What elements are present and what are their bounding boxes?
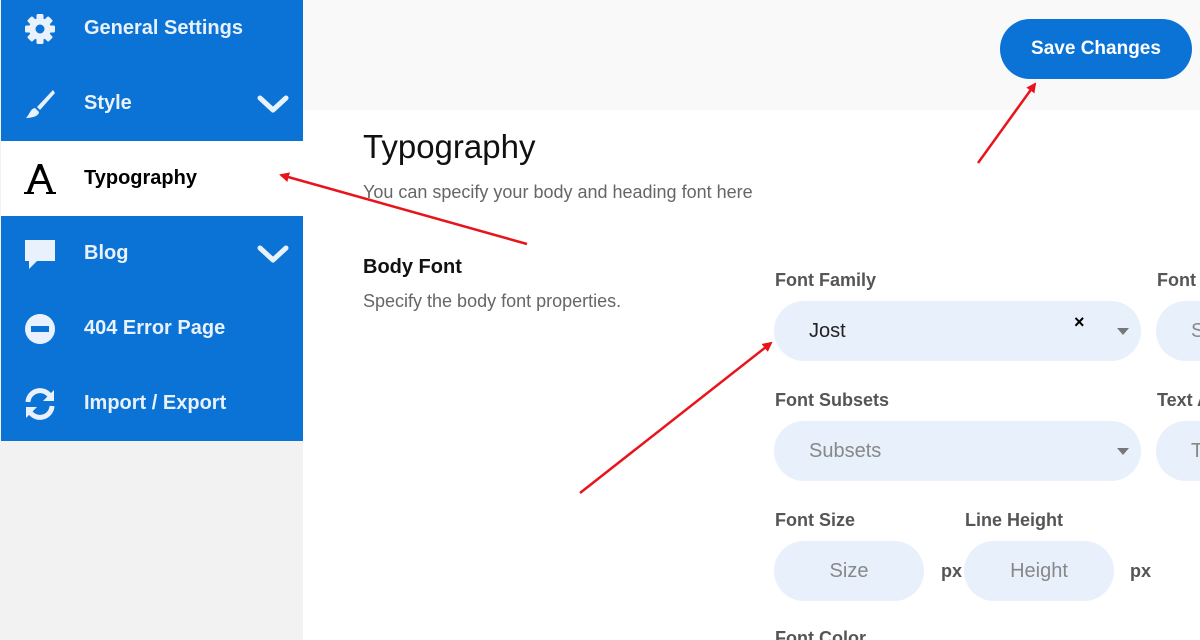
page-title: Typography — [363, 128, 536, 165]
annotation-arrow-font-family — [579, 341, 773, 494]
typography-icon — [23, 162, 57, 196]
sidebar-item-general-settings[interactable]: General Settings — [1, 0, 303, 66]
section-title: Body Font — [363, 256, 462, 278]
sidebar-item-typography[interactable]: Typography — [1, 141, 303, 216]
font-color-label: Font Color — [775, 628, 866, 640]
sidebar-item-import-export[interactable]: Import / Export — [1, 366, 303, 441]
caret-down-icon — [1117, 328, 1129, 335]
gear-icon — [23, 12, 57, 46]
line-height-label: Line Height — [965, 510, 1063, 530]
font-size-label: Font Size — [775, 510, 855, 530]
comment-icon — [23, 237, 57, 271]
font-size-unit: px — [941, 561, 963, 581]
text-align-label: Text A — [1157, 390, 1200, 410]
section-description: Specify the body font properties. — [363, 291, 622, 311]
sidebar: General Settings Style Typography Blog 4… — [0, 0, 303, 640]
font-family-select[interactable]: Jost × — [774, 301, 1141, 361]
font-family-label: Font Family — [775, 270, 877, 290]
font-size-placeholder: Size — [829, 559, 869, 582]
font-weight-placeholder: S — [1191, 319, 1200, 342]
sidebar-item-label: Typography — [84, 167, 197, 189]
font-family-value: Jost — [809, 319, 846, 342]
font-weight-select[interactable]: S — [1156, 301, 1200, 361]
font-weight-label: Font — [1157, 270, 1196, 290]
font-size-input[interactable]: Size — [774, 541, 924, 601]
sidebar-item-404-error-page[interactable]: 404 Error Page — [1, 291, 303, 366]
clear-icon[interactable]: × — [1074, 312, 1085, 333]
sidebar-item-label: Style — [84, 92, 132, 114]
sidebar-item-label: 404 Error Page — [84, 317, 226, 339]
line-height-unit: px — [1130, 561, 1152, 581]
chevron-down-icon[interactable] — [257, 244, 289, 264]
sidebar-item-label: Import / Export — [84, 392, 227, 414]
font-subsets-select[interactable]: Subsets — [774, 421, 1141, 481]
font-subsets-label: Font Subsets — [775, 390, 890, 410]
text-align-select[interactable]: T — [1156, 421, 1200, 481]
caret-down-icon — [1117, 448, 1129, 455]
line-height-placeholder: Height — [1010, 559, 1068, 582]
line-height-input[interactable]: Height — [964, 541, 1114, 601]
sidebar-item-blog[interactable]: Blog — [1, 216, 303, 291]
sidebar-item-label: General Settings — [84, 17, 243, 39]
text-align-placeholder: T — [1191, 439, 1200, 462]
brush-icon — [23, 87, 57, 121]
sidebar-item-style[interactable]: Style — [1, 66, 303, 141]
chevron-down-icon[interactable] — [257, 94, 289, 114]
minus-circle-icon — [23, 312, 57, 346]
font-subsets-placeholder: Subsets — [809, 439, 882, 462]
sidebar-item-label: Blog — [84, 242, 129, 264]
save-changes-button[interactable]: Save Changes — [1000, 19, 1192, 79]
page-description: You can specify your body and heading fo… — [363, 182, 753, 202]
sync-icon — [23, 387, 57, 421]
